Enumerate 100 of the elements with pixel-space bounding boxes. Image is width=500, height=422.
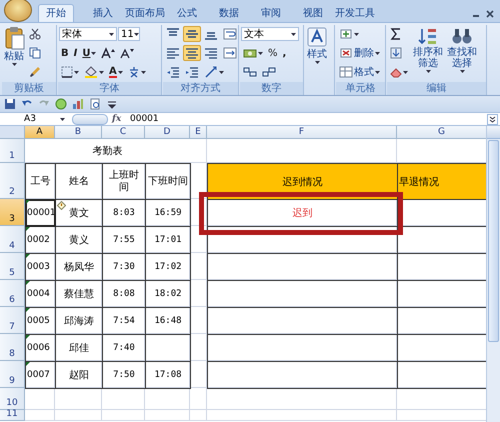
align-left-icon	[166, 47, 180, 59]
dropdown-field[interactable]: 11	[118, 27, 140, 41]
ribbon-tab[interactable]: 公式	[166, 5, 208, 22]
row-header[interactable]: 2	[0, 163, 25, 199]
toolbar-button[interactable]: U	[80, 46, 98, 60]
toolbar-button[interactable]: A	[107, 64, 125, 80]
row-header[interactable]: 3	[0, 199, 25, 226]
formula-field[interactable]: 00001	[126, 114, 487, 124]
font-grow-icon	[101, 47, 116, 59]
scroll-thumb[interactable]	[488, 140, 499, 342]
ribbon-tab[interactable]: 数据	[208, 5, 250, 22]
warning-tag-icon[interactable]	[57, 201, 66, 210]
indent-icon	[185, 66, 199, 78]
toolbar-button[interactable]	[59, 64, 81, 80]
table-cell: 00001	[25, 199, 56, 227]
column-header[interactable]: B	[55, 126, 102, 139]
vertical-scrollbar[interactable]	[486, 126, 500, 422]
row-header[interactable]: 8	[0, 334, 25, 361]
name-box[interactable]: A3	[0, 114, 68, 124]
toolbar-button[interactable]	[99, 45, 118, 61]
caret-icon	[354, 32, 359, 36]
ribbon-tab[interactable]: 开发工具	[334, 5, 376, 22]
save-icon[interactable]	[4, 98, 16, 110]
expand-icon[interactable]	[487, 114, 498, 124]
row-header[interactable]: 5	[0, 253, 25, 280]
toolbar-button[interactable]	[183, 26, 201, 42]
font-shrink-icon	[120, 47, 134, 59]
ribbon-tab[interactable]: 页面布局	[124, 5, 166, 22]
print-preview-icon[interactable]	[89, 98, 101, 110]
ribbon-button[interactable]: 查找和选择	[446, 25, 478, 82]
ribbon-button[interactable]: 排序和筛选	[412, 25, 444, 82]
scissors-icon	[29, 28, 41, 40]
caret-icon	[426, 70, 430, 73]
toolbar-button[interactable]: 格式	[337, 63, 382, 81]
column-header[interactable]: E	[190, 126, 207, 139]
caret-icon	[375, 52, 380, 54]
insert-function-button[interactable]: fx	[112, 114, 126, 124]
toolbar-button[interactable]	[221, 45, 238, 61]
format-cells-icon	[339, 66, 353, 78]
toolbar-button[interactable]: I	[72, 46, 80, 60]
styles-icon	[306, 26, 328, 48]
caret-icon	[219, 70, 224, 74]
toolbar-button[interactable]: %	[266, 46, 280, 60]
group-label: 数字	[240, 82, 303, 95]
caret-icon	[314, 61, 320, 64]
toolbar-button[interactable]	[27, 64, 43, 80]
row-header[interactable]: 7	[0, 307, 25, 334]
column-header[interactable]: A	[25, 126, 55, 139]
outdent-icon	[166, 66, 180, 78]
row-header[interactable]: 4	[0, 226, 25, 253]
insert-cells-icon	[339, 28, 353, 40]
column-header[interactable]: F	[207, 126, 397, 139]
binoculars-icon	[451, 26, 473, 46]
toolbar-button[interactable]: 删除	[337, 44, 382, 62]
table-cell: 早退情况	[397, 163, 486, 200]
ribbon-button[interactable]: 样式	[306, 25, 328, 95]
eraser-icon	[390, 66, 402, 78]
row-header[interactable]: 1	[0, 139, 25, 163]
row-header[interactable]: 10	[0, 388, 25, 410]
caret-icon	[109, 32, 114, 36]
caret-icon	[134, 32, 139, 36]
formula-divider-handle[interactable]	[72, 114, 108, 124]
ribbon-tab[interactable]: 开始	[38, 4, 74, 22]
row-header[interactable]: 11	[0, 410, 25, 421]
caret-icon	[60, 118, 65, 120]
copy-icon	[29, 47, 41, 59]
dropdown-field[interactable]: 宋体	[59, 27, 117, 41]
align-center-icon	[185, 47, 199, 59]
toolbar-button[interactable]: B	[59, 46, 71, 60]
ribbon-tab[interactable]: 审阅	[250, 5, 292, 22]
close-icon[interactable]	[486, 10, 494, 18]
row-header[interactable]: 6	[0, 280, 25, 307]
chart-icon[interactable]	[72, 98, 84, 110]
column-header[interactable]: D	[145, 126, 190, 139]
group-label: 编辑	[387, 82, 486, 95]
ribbon-button[interactable]: 粘贴	[3, 25, 25, 82]
toolbar-button[interactable]	[183, 45, 201, 61]
sort-icon	[417, 26, 439, 46]
office-button[interactable]	[4, 0, 32, 22]
caret-icon	[91, 52, 96, 54]
phonetic-icon	[128, 66, 140, 78]
caret-icon	[375, 70, 380, 74]
caret-icon	[99, 70, 104, 74]
toolbar-button[interactable]	[82, 64, 106, 80]
dropdown-field[interactable]: 文本	[241, 27, 299, 41]
caret-icon	[403, 70, 408, 74]
table-cell: 17:08	[145, 361, 191, 389]
toolbar-button[interactable]	[221, 26, 238, 42]
circle-icon[interactable]	[55, 98, 67, 110]
caret-icon	[118, 70, 123, 74]
column-header[interactable]: G	[397, 126, 486, 139]
caret-icon	[140, 70, 146, 74]
row-header[interactable]: 9	[0, 361, 25, 388]
column-header[interactable]: C	[102, 126, 145, 139]
toolbar-button[interactable]: ,	[280, 46, 288, 60]
ribbon-tab[interactable]: 视图	[292, 5, 334, 22]
ribbon-tab[interactable]: 插入	[82, 5, 124, 22]
border-icon	[61, 66, 73, 78]
toolbar-button[interactable]	[27, 26, 43, 42]
group-label: 字体	[58, 82, 161, 95]
